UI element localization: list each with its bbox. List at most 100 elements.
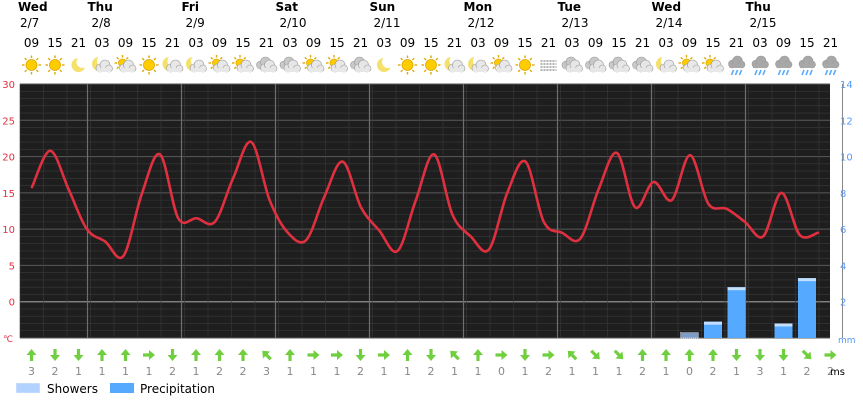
wind-speed-label: 1 (663, 365, 670, 378)
day-date: 2/11 (374, 16, 401, 30)
temp-tick-label: 20 (2, 153, 15, 164)
hour-label: 09 (588, 36, 603, 50)
sun-disc (49, 59, 61, 71)
wind-speed-label: 1 (310, 365, 317, 378)
wind-speed-label: 1 (287, 365, 294, 378)
wind-speed-label: 1 (334, 365, 341, 378)
day-name: Wed (18, 0, 48, 14)
cloud-base (238, 68, 252, 72)
day-name: Sat (276, 0, 299, 14)
hour-label: 15 (329, 36, 344, 50)
cloud-base (120, 68, 135, 72)
wind-speed-label: 1 (451, 365, 458, 378)
hour-label: 21 (353, 36, 368, 50)
hour-label: 09 (118, 36, 133, 50)
hour-label: 03 (282, 36, 297, 50)
wind-speed-label: 0 (498, 365, 505, 378)
hour-label: 15 (235, 36, 250, 50)
day-date: 2/13 (562, 16, 589, 30)
cloud-base (590, 68, 605, 72)
wind-speed-label: 2 (169, 365, 176, 378)
wind-speed-label: 1 (193, 365, 200, 378)
wind-speed-label: 2 (52, 365, 59, 378)
hour-label: 21 (823, 36, 838, 50)
hour-label: 21 (447, 36, 462, 50)
temp-tick-label: 15 (2, 189, 15, 200)
temp-tick-label: 0 (9, 298, 15, 309)
sun-disc (25, 59, 38, 71)
wind-speed-label: 3 (757, 365, 764, 378)
legend-showers-swatch (15, 382, 41, 394)
day-date: 2/7 (20, 16, 39, 30)
precip-tick-label: 2 (840, 298, 846, 309)
wind-speed-label: 1 (522, 365, 529, 378)
day-name: Sun (370, 0, 396, 14)
wind-speed-label: 1 (475, 365, 482, 378)
cloud-base (729, 64, 744, 68)
precipitation-bar-top (774, 323, 793, 327)
hour-label: 15 (799, 36, 814, 50)
wind-speed-label: 1 (404, 365, 411, 378)
cloud-base (637, 68, 652, 72)
hour-label: 03 (752, 36, 767, 50)
hour-label: 21 (259, 36, 274, 50)
wind-speed-label: 1 (75, 365, 82, 378)
hour-label: 09 (494, 36, 509, 50)
legend-precipitation-swatch (110, 383, 134, 393)
cloud-base (661, 68, 675, 72)
wind-speed-label: 2 (710, 365, 717, 378)
day-date: 2/12 (468, 16, 495, 30)
wind-speed-label: 0 (686, 365, 693, 378)
cloud-base (684, 68, 699, 72)
day-date: 2/8 (92, 16, 111, 30)
precip-tick-label: 10 (840, 153, 853, 164)
day-date: 2/14 (656, 16, 683, 30)
hour-label: 15 (141, 36, 156, 50)
wind-speed-label: 1 (780, 365, 787, 378)
wind-speed-label: 2 (804, 365, 811, 378)
cloud-base (332, 68, 346, 72)
moon-shadow (382, 56, 394, 68)
hour-label: 03 (470, 36, 485, 50)
precipitation-bar (798, 278, 816, 338)
cloud-base (308, 68, 323, 72)
sun-disc (425, 59, 437, 71)
cloud-base (261, 68, 276, 72)
hour-label: 15 (517, 36, 532, 50)
cloud-base (800, 64, 814, 68)
cloud-base (285, 68, 299, 72)
precip-tick-label: 4 (840, 261, 846, 272)
hour-label: 21 (635, 36, 650, 50)
day-name: Thu (88, 0, 113, 14)
temp-tick-label: 5 (9, 261, 15, 272)
wind-speed-label: 2 (216, 365, 223, 378)
wind-speed-label: 3 (263, 365, 270, 378)
hour-label: 03 (94, 36, 109, 50)
precip-tick-label: 14 (840, 80, 853, 91)
wind-speed-label: 1 (569, 365, 576, 378)
hour-label: 15 (47, 36, 62, 50)
precipitation-bar (727, 287, 746, 338)
moon-shadow (76, 56, 89, 68)
hour-label: 15 (423, 36, 438, 50)
wind-speed-label: 2 (428, 365, 435, 378)
sun-disc (401, 59, 414, 71)
hour-label: 09 (306, 36, 321, 50)
day-name: Fri (182, 0, 199, 14)
hour-label: 09 (212, 36, 227, 50)
day-name: Wed (652, 0, 682, 14)
hour-label: 15 (611, 36, 626, 50)
sun-disc (519, 59, 531, 71)
wind-speed-label: 1 (99, 365, 106, 378)
plot-background (20, 84, 830, 338)
precipitation-bar-top (798, 278, 816, 282)
temp-tick-label: 25 (2, 116, 15, 127)
wind-speed-label: 2 (240, 365, 247, 378)
legend-showers-label: Showers (47, 382, 98, 396)
hour-label: 03 (376, 36, 391, 50)
wind-speed-label: 1 (616, 365, 623, 378)
cloud-base (614, 68, 628, 72)
wind-speed-label: 2 (357, 365, 364, 378)
hour-label: 09 (776, 36, 791, 50)
weather-forecast-chart: Wed 2/7 Thu 2/8 Fri 2/9 Sat 2/10 Sun 2/11 Mon 2/12 T… (0, 0, 863, 400)
